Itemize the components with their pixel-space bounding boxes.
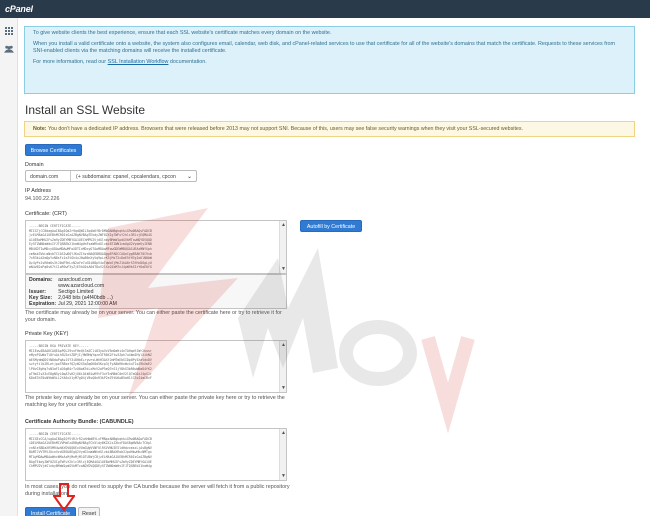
certificate-text: -----BEGIN CERTIFICATE----- MIIG7jCCBdag…	[29, 224, 152, 270]
chevron-down-icon: ⌄	[186, 174, 192, 180]
scroll-down-icon[interactable]: ▼	[281, 473, 286, 479]
ssl-workflow-link[interactable]: SSL Installation Workflow	[108, 59, 169, 65]
top-bar: cPanel	[0, 0, 650, 18]
domain-value: domain.com	[30, 174, 59, 180]
users-icon[interactable]	[4, 44, 14, 54]
sidebar	[0, 18, 18, 516]
cabundle-text: -----BEGIN CERTIFICATE----- MIIGEzCCA/ug…	[29, 432, 152, 469]
info-text-2: When you install a valid certificate ont…	[33, 41, 616, 54]
certificate-label: Certificate: (CRT)	[25, 211, 67, 217]
cpanel-logo[interactable]: cPanel	[5, 4, 33, 14]
domain-subdomains: (+ subdomains: cpanel, cpcalendars, cpco…	[76, 174, 176, 180]
private-key-textarea[interactable]: -----BEGIN RSA PRIVATE KEY----- MIIEowIB…	[25, 340, 287, 393]
info-alert: To give website clients the best experie…	[24, 26, 635, 94]
red-arrow-icon	[53, 483, 75, 511]
autofill-by-certificate-button[interactable]: Autofill by Certificate	[300, 220, 362, 232]
main-content: To give website clients the best experie…	[18, 18, 650, 516]
info-text-3: For more information, read our SSL Insta…	[33, 59, 207, 65]
scroll-down-icon[interactable]: ▼	[281, 266, 286, 272]
scroll-up-icon[interactable]: ▲	[281, 342, 286, 348]
cabundle-label: Certificate Authority Bundle: (CABUNDLE)	[25, 419, 134, 425]
cabundle-textarea[interactable]: -----BEGIN CERTIFICATE----- MIIGEzCCA/ug…	[25, 428, 287, 481]
certificate-textarea[interactable]: -----BEGIN CERTIFICATE----- MIIG7jCCBdag…	[25, 220, 287, 274]
browse-certificates-button[interactable]: Browse Certificates	[25, 144, 82, 156]
certificate-scrollbar[interactable]: ▲ ▼	[279, 221, 286, 273]
info-text-1: To give website clients the best experie…	[33, 30, 332, 36]
scroll-down-icon[interactable]: ▼	[281, 385, 286, 391]
certificate-help: The certificate may already be on your s…	[25, 310, 282, 323]
cabundle-scrollbar[interactable]: ▲ ▼	[279, 429, 286, 480]
private-key-help: The private key may already be on your s…	[25, 395, 285, 408]
certificate-details: Domains: azarcloud.com www.azarcloud.com …	[25, 274, 287, 309]
private-key-text: -----BEGIN RSA PRIVATE KEY----- MIIEowIB…	[29, 344, 152, 381]
scroll-up-icon[interactable]: ▲	[281, 222, 286, 228]
warning-note: Note: You don't have a dedicated IP addr…	[24, 121, 635, 137]
apps-grid-icon[interactable]	[4, 26, 14, 36]
scroll-up-icon[interactable]: ▲	[281, 430, 286, 436]
reset-button[interactable]: Reset	[78, 507, 100, 516]
private-key-scrollbar[interactable]: ▲ ▼	[279, 341, 286, 392]
cert-detail-row: Expiration: Jul 29, 2021 12:00:00 AM	[29, 301, 117, 307]
private-key-label: Private Key (KEY)	[25, 331, 69, 337]
page-title: Install an SSL Website	[25, 103, 146, 117]
ip-value: 94.100.22.226	[25, 196, 60, 202]
domain-select[interactable]: domain.com (+ subdomains: cpanel, cpcale…	[25, 170, 197, 182]
domain-label: Domain	[25, 162, 44, 168]
select-divider	[70, 171, 71, 181]
ip-label: IP Address	[25, 188, 51, 194]
